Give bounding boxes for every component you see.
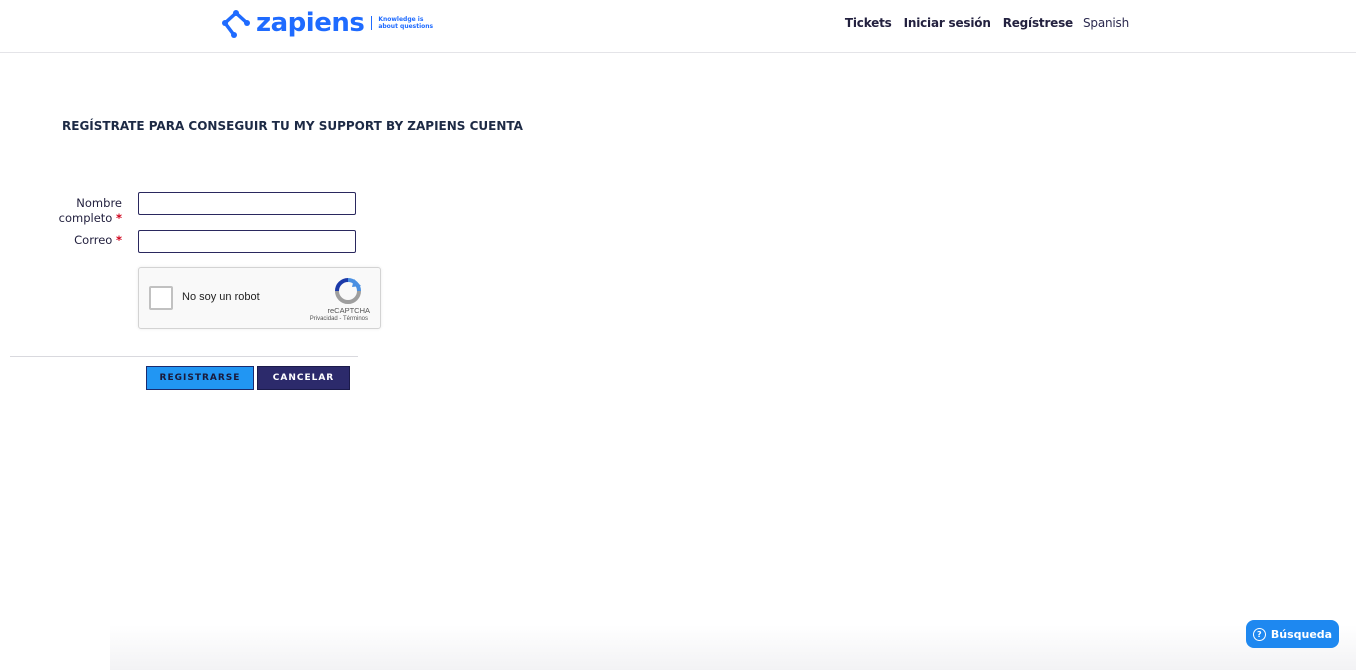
language-selector[interactable]: Spanish bbox=[1083, 15, 1129, 31]
question-circle-icon: ? bbox=[1252, 627, 1266, 641]
brand-tagline-line2: about questions bbox=[378, 23, 434, 30]
recaptcha-logo-icon bbox=[335, 278, 361, 304]
full-name-label-line1: Nombre bbox=[76, 196, 122, 210]
recaptcha-links-separator: - bbox=[339, 316, 342, 322]
brand-logo[interactable]: zapiens Knowledge is about questions bbox=[220, 7, 433, 39]
recaptcha-checkbox[interactable] bbox=[149, 286, 173, 310]
top-nav: Tickets Iniciar sesión Regístrese Spanis… bbox=[833, 15, 1129, 31]
full-name-label-line2: completo bbox=[58, 211, 113, 225]
brand-name: zapiens bbox=[256, 8, 365, 38]
email-label: Correo * bbox=[48, 233, 122, 248]
form-divider bbox=[10, 356, 358, 357]
full-name-label: Nombre completo * bbox=[48, 196, 122, 226]
full-name-input[interactable] bbox=[138, 192, 356, 215]
search-widget-label: Búsqueda bbox=[1270, 627, 1333, 641]
site-header: zapiens Knowledge is about questions Tic… bbox=[0, 0, 1356, 53]
recaptcha-links: Privacidad - Términos bbox=[310, 316, 368, 322]
recaptcha-label: No soy un robot bbox=[182, 291, 260, 303]
search-widget-button[interactable]: ? Búsqueda bbox=[1246, 620, 1339, 648]
nav-tickets-link[interactable]: Tickets bbox=[845, 15, 892, 31]
recaptcha-privacy-link[interactable]: Privacidad bbox=[310, 316, 338, 322]
zapiens-logo-icon bbox=[222, 10, 250, 38]
register-submit-button[interactable]: REGISTRARSE bbox=[146, 366, 254, 390]
brand-separator bbox=[371, 16, 373, 30]
email-input[interactable] bbox=[138, 230, 356, 253]
page-title: REGÍSTRATE PARA CONSEGUIR TU MY SUPPORT … bbox=[62, 119, 523, 133]
recaptcha-terms-link[interactable]: Términos bbox=[343, 316, 368, 322]
nav-login-link[interactable]: Iniciar sesión bbox=[904, 15, 991, 31]
nav-register-link[interactable]: Regístrese bbox=[1003, 15, 1074, 31]
email-label-text: Correo bbox=[74, 233, 113, 247]
brand-tagline-line1: Knowledge is bbox=[378, 16, 424, 23]
required-marker: * bbox=[115, 211, 122, 225]
required-marker: * bbox=[115, 233, 122, 247]
bottom-fade bbox=[110, 625, 1356, 670]
recaptcha-widget: No soy un robot reCAPTCHA Privacidad - T… bbox=[138, 267, 381, 329]
brand-tagline: Knowledge is about questions bbox=[378, 16, 433, 30]
recaptcha-brand: reCAPTCHA bbox=[327, 306, 370, 315]
cancel-button[interactable]: CANCELAR bbox=[257, 366, 350, 390]
